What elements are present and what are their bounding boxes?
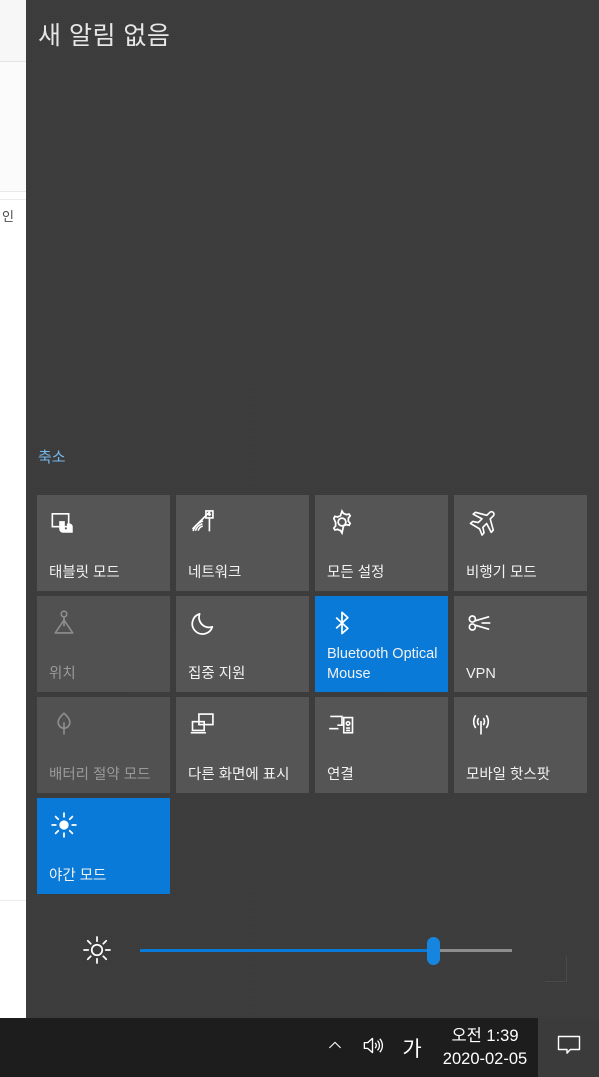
screen: 인 새 알림 없음 축소 태블릿 모드 네트워크 모든 설정 비행기 모드 위치… <box>0 0 599 1077</box>
collapse-link[interactable]: 축소 <box>38 446 66 467</box>
tile-label: 네트워크 <box>188 565 242 581</box>
tile-tablet-mode[interactable]: 태블릿 모드 <box>37 495 170 591</box>
no-notifications-header: 새 알림 없음 <box>38 22 171 50</box>
tile-all-settings[interactable]: 모든 설정 <box>315 495 448 591</box>
hotspot-broadcast-icon <box>466 709 496 739</box>
leaf-battery-saver-icon <box>49 709 79 739</box>
background-window-statusbar <box>0 900 26 1018</box>
quick-actions-row: 배터리 절약 모드 다른 화면에 표시 연결 모바일 핫스팟 <box>37 697 593 793</box>
tile-label: 위치 <box>49 666 76 682</box>
tile-location[interactable]: 위치 <box>37 596 170 692</box>
vpn-icon <box>466 608 496 638</box>
action-center-panel: 새 알림 없음 축소 태블릿 모드 네트워크 모든 설정 비행기 모드 위치 집… <box>26 0 599 1018</box>
location-icon <box>49 608 79 638</box>
tile-night-light[interactable]: 야간 모드 <box>37 798 170 894</box>
tile-connect[interactable]: 연결 <box>315 697 448 793</box>
clock-date: 2020-02-05 <box>442 1049 528 1068</box>
tile-label: 배터리 절약 모드 <box>49 767 151 783</box>
connect-cast-icon <box>327 709 357 739</box>
tile-label: 모든 설정 <box>327 565 385 581</box>
tile-label: Bluetooth Optical Mouse <box>327 646 438 682</box>
tile-label: 모바일 핫스팟 <box>466 767 551 783</box>
tile-airplane-mode[interactable]: 비행기 모드 <box>454 495 587 591</box>
background-window-text: 인 <box>2 209 14 224</box>
night-light-sun-icon <box>49 810 79 840</box>
quick-actions-grid: 태블릿 모드 네트워크 모든 설정 비행기 모드 위치 집중 지원 Blueto… <box>37 495 593 899</box>
quick-actions-row: 태블릿 모드 네트워크 모든 설정 비행기 모드 <box>37 495 593 591</box>
quick-actions-row: 야간 모드 <box>37 798 593 894</box>
tile-vpn[interactable]: VPN <box>454 596 587 692</box>
background-window[interactable]: 인 <box>0 0 26 1018</box>
background-window-titlebar <box>0 0 26 62</box>
tile-focus-assist[interactable]: 집중 지원 <box>176 596 309 692</box>
brightness-slider-fill <box>140 949 434 952</box>
tile-placeholder <box>454 798 587 894</box>
chevron-up-icon <box>327 1037 343 1058</box>
airplane-icon <box>466 507 496 537</box>
tile-label: 야간 모드 <box>49 868 107 884</box>
brightness-control <box>26 925 599 980</box>
tile-battery-saver[interactable]: 배터리 절약 모드 <box>37 697 170 793</box>
bluetooth-icon <box>327 608 357 638</box>
tile-mobile-hotspot[interactable]: 모바일 핫스팟 <box>454 697 587 793</box>
background-window-toolbar <box>0 62 26 192</box>
gear-icon <box>327 507 357 537</box>
action-center-button[interactable] <box>538 1018 599 1077</box>
notification-bubble-icon <box>556 1033 582 1062</box>
taskbar: 가 오전 1:39 2020-02-05 <box>0 1018 599 1077</box>
clock[interactable]: 오전 1:39 2020-02-05 <box>432 1018 538 1077</box>
network-wifi-icon <box>188 507 218 537</box>
tile-label: 태블릿 모드 <box>49 565 120 581</box>
tablet-mode-icon <box>49 507 79 537</box>
tile-label: VPN <box>466 666 496 682</box>
tile-bluetooth[interactable]: Bluetooth Optical Mouse <box>315 596 448 692</box>
show-hidden-icons-button[interactable] <box>318 1018 352 1077</box>
quick-actions-row: 위치 집중 지원 Bluetooth Optical Mouse VPN <box>37 596 593 692</box>
clock-time: 오전 1:39 <box>451 1026 519 1045</box>
background-window-divider <box>0 199 26 200</box>
brightness-slider-thumb[interactable] <box>427 937 441 965</box>
moon-icon <box>188 608 218 638</box>
system-tray: 가 오전 1:39 2020-02-05 <box>318 1018 599 1077</box>
project-display-icon <box>188 709 218 739</box>
speaker-icon <box>361 1034 384 1062</box>
tile-project[interactable]: 다른 화면에 표시 <box>176 697 309 793</box>
tile-placeholder <box>176 798 309 894</box>
brightness-slider[interactable] <box>140 937 512 965</box>
tile-label: 연결 <box>327 767 354 783</box>
notifications-list <box>26 70 599 430</box>
brightness-sun-icon <box>82 935 114 967</box>
tile-label: 집중 지원 <box>188 666 246 682</box>
ime-indicator[interactable]: 가 <box>392 1018 432 1077</box>
tile-network[interactable]: 네트워크 <box>176 495 309 591</box>
tile-placeholder <box>315 798 448 894</box>
tile-label: 다른 화면에 표시 <box>188 767 290 783</box>
tile-label: 비행기 모드 <box>466 565 537 581</box>
volume-button[interactable] <box>352 1018 392 1077</box>
